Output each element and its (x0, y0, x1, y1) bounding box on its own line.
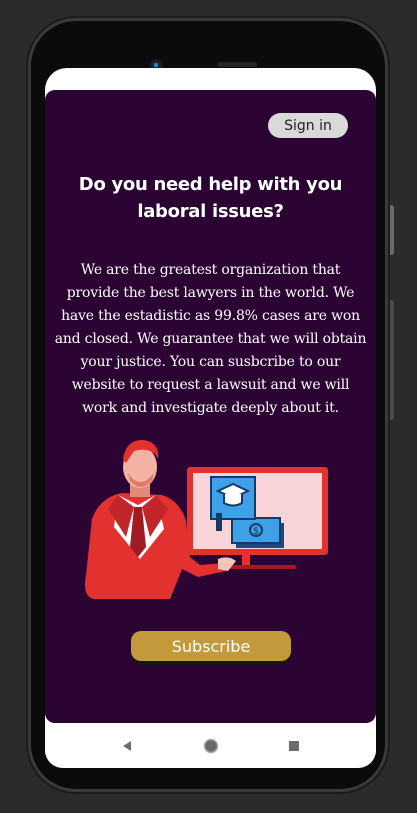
subscribe-button[interactable]: Subscribe (131, 631, 291, 661)
recents-button[interactable] (284, 736, 304, 756)
page-title: Do you need help with you laboral issues… (78, 174, 343, 222)
monitor-neck (242, 555, 250, 565)
landing-page: Sign in Do you need help with you labora… (45, 90, 376, 723)
recents-icon (289, 741, 299, 751)
lawyer-presenting-illustration: $ (85, 439, 328, 599)
lawyer-illustration: $ (78, 437, 328, 611)
home-button[interactable] (201, 736, 221, 756)
sign-in-button[interactable]: Sign in (268, 113, 348, 138)
page-description: We are the greatest organization that pr… (54, 262, 367, 416)
phone-screen: Sign in Do you need help with you labora… (45, 68, 376, 768)
volume-button (388, 300, 394, 420)
dollar-sign: $ (253, 526, 259, 537)
earpiece-speaker (217, 62, 257, 67)
monitor-stand (228, 565, 296, 569)
back-icon (123, 741, 131, 751)
android-nav-bar (45, 725, 376, 768)
certificate-ribbon (216, 513, 222, 531)
power-button (388, 205, 394, 255)
back-button[interactable] (118, 736, 138, 756)
home-icon (203, 738, 219, 754)
